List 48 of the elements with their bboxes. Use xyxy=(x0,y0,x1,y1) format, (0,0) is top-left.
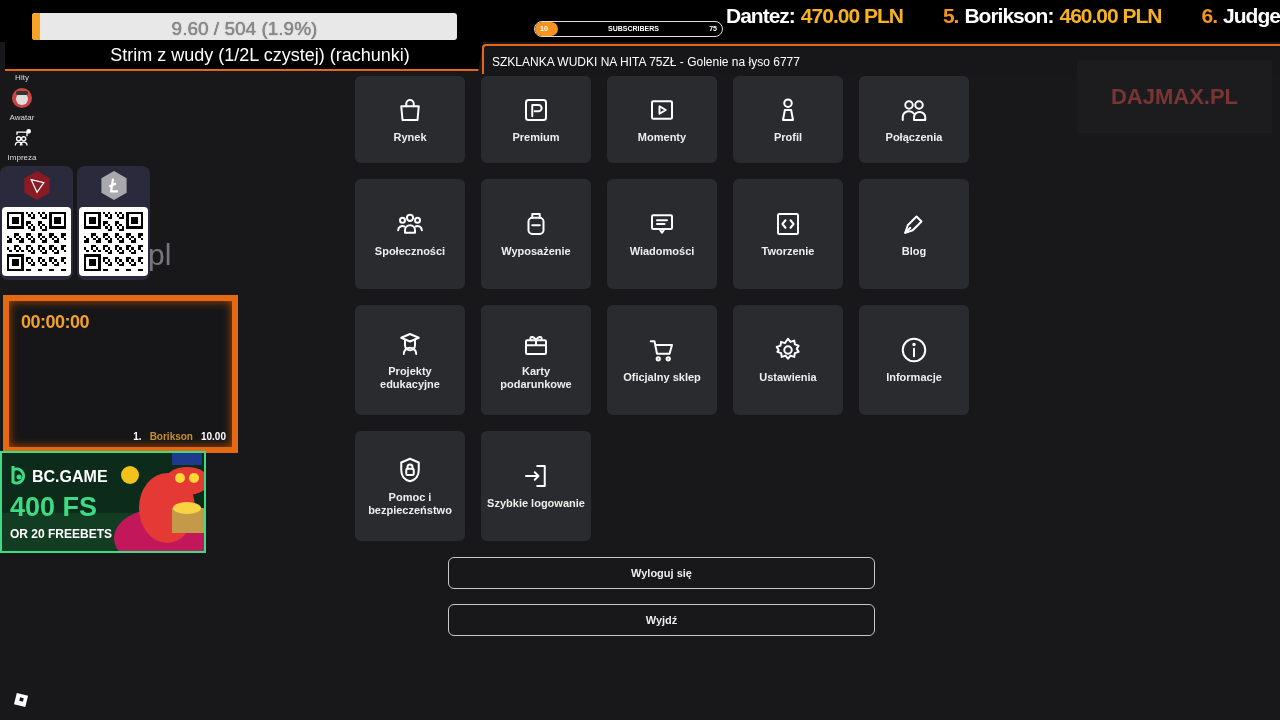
menu-button[interactable]: Wyjdź xyxy=(448,604,875,636)
menu-tile[interactable]: Rynek xyxy=(355,76,465,163)
progress-reading: 9.60 / 504 (1.9%) xyxy=(170,17,319,40)
menu-tile[interactable]: Ustawienia xyxy=(733,305,843,415)
menu-tile[interactable]: Społeczności xyxy=(355,179,465,289)
donor-name: Judge xyxy=(1223,4,1280,27)
timer-text: 00:00:00 xyxy=(21,311,90,334)
qr-code xyxy=(7,212,66,271)
donation-amount: 10.00 xyxy=(200,430,226,444)
sidebar-label[interactable]: Hity xyxy=(15,72,29,84)
watermark-logo: DAJMAX.PL xyxy=(1077,60,1272,133)
menu-tile[interactable]: Wyposażenie xyxy=(481,179,591,289)
menu-tile[interactable]: Oficjalny sklep xyxy=(607,305,717,415)
menu-tile[interactable]: Blog xyxy=(859,179,969,289)
donation-amount: 460.00 PLN xyxy=(1059,4,1162,27)
menu-tile[interactable]: Premium xyxy=(481,76,591,163)
rank-number: 6. xyxy=(1201,4,1218,27)
qr-code xyxy=(84,212,143,271)
brand-logo-icon xyxy=(10,465,28,485)
rank-number: 5. xyxy=(942,4,959,27)
menu-tile[interactable]: Pomoc i bezpieczeństwo xyxy=(355,431,465,541)
donor-name: Dantez: xyxy=(726,4,795,27)
menu-tile[interactable]: Profil xyxy=(733,76,843,163)
sidebar-label[interactable]: Awatar xyxy=(9,112,35,124)
sidebar-label[interactable]: Impreza xyxy=(7,152,37,164)
ad-subline: OR 20 FREEBETS xyxy=(10,526,113,543)
menu-tile[interactable]: Momenty xyxy=(607,76,717,163)
goal-title: Strim z wudy (1/2L czystej) (rachunki) xyxy=(109,44,411,67)
party-icon[interactable] xyxy=(12,128,32,148)
menu-button[interactable]: Wyloguj się xyxy=(448,557,875,589)
rank-number: 1. xyxy=(133,430,142,444)
ad-banner[interactable]: BC.GAME 400 FS OR 20 FREEBETS xyxy=(0,451,206,553)
background-text: pl xyxy=(148,237,172,273)
menu-tile[interactable]: Karty podarunkowe xyxy=(481,305,591,415)
menu-tile[interactable]: Tworzenie xyxy=(733,179,843,289)
tron-coin-icon xyxy=(21,170,52,201)
donation-amount: 470.00 PLN xyxy=(800,4,903,27)
donor-name: Borikson xyxy=(149,430,193,444)
ad-brand: BC.GAME xyxy=(32,467,108,487)
menu-tile[interactable]: Wiadomości xyxy=(607,179,717,289)
menu-tile[interactable]: Połączenia xyxy=(859,76,969,163)
menu-tile[interactable]: Projekty edukacyjne xyxy=(355,305,465,415)
menu-tile[interactable]: Informacje xyxy=(859,305,969,415)
avatar-icon[interactable] xyxy=(12,88,32,108)
ad-headline: 400 FS xyxy=(10,493,98,523)
menu-tile[interactable]: Szybkie logowanie xyxy=(481,431,591,541)
coin-icon xyxy=(98,170,129,201)
donor-name: Borikson: xyxy=(964,4,1054,27)
